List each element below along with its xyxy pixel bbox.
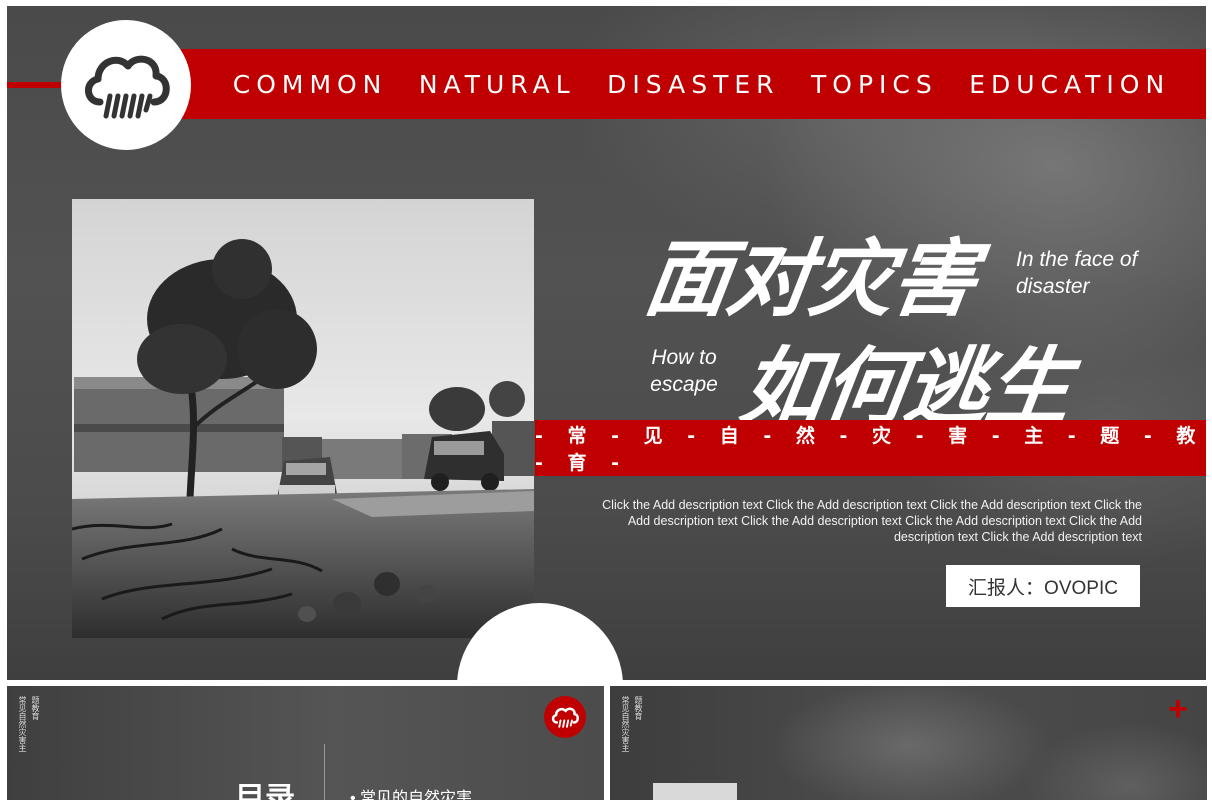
vertical-title: 常见自然灾害主 题教育 <box>17 696 40 752</box>
banner-word-education: EDUCATION <box>969 69 1171 99</box>
subtitle-band: - 常 - 见 - 自 - 然 - 灾 - 害 - 主 - 题 - 教 - 育 … <box>535 420 1206 476</box>
banner-word-topics: TOPICS <box>811 69 938 99</box>
vertical-title-col2: 题教育 <box>634 696 643 720</box>
description-text: Click the Add description text Click the… <box>602 498 1142 544</box>
logo-badge <box>61 20 191 150</box>
logo-badge-small <box>544 696 586 738</box>
slide-thumbnail-3[interactable]: 常见自然灾害主 题教育 + <box>610 686 1207 800</box>
divider-line <box>324 744 325 800</box>
vertical-title-col1: 常见自然灾害主 <box>18 696 27 752</box>
banner-word-natural: NATURAL <box>418 69 576 99</box>
main-slide[interactable]: COMMON NATURAL DISASTER TOPICS EDUCATION <box>7 6 1206 680</box>
english-subtitle-2: How to escape <box>650 346 718 396</box>
contents-heading-text: 目录 <box>235 784 305 800</box>
contents-heading: 目录 <box>235 784 305 800</box>
english-subtitle-1: In the face of disaster <box>1016 248 1138 298</box>
subtitle-band-text: - 常 - 见 - 自 - 然 - 灾 - 害 - 主 - 题 - 教 - 育 … <box>535 425 1205 474</box>
slide-thumbnail-2[interactable]: 常见自然灾害主 题教育 目录 • 常见的自然灾害 <box>7 686 604 800</box>
content-box <box>653 783 737 800</box>
vertical-title-col1: 常见自然灾害主 <box>621 696 630 752</box>
rain-cloud-icon <box>551 707 580 728</box>
main-title-line1: 面对灾害 <box>639 230 981 328</box>
banner-word-common: COMMON <box>232 69 388 99</box>
vertical-title-col2: 题教育 <box>31 696 40 720</box>
plus-icon: + <box>1168 690 1188 728</box>
contents-item: • 常见的自然灾害 <box>350 790 473 800</box>
rain-cloud-icon <box>85 55 170 119</box>
reporter-label: 汇报人：OVOPIC <box>946 565 1140 607</box>
vertical-title: 常见自然灾害主 题教育 <box>620 696 643 752</box>
banner-word-disaster: DISASTER <box>607 69 780 99</box>
left-accent-line <box>7 82 67 88</box>
top-banner: COMMON NATURAL DISASTER TOPICS EDUCATION <box>177 49 1206 119</box>
storm-aftermath-photo <box>72 199 534 638</box>
